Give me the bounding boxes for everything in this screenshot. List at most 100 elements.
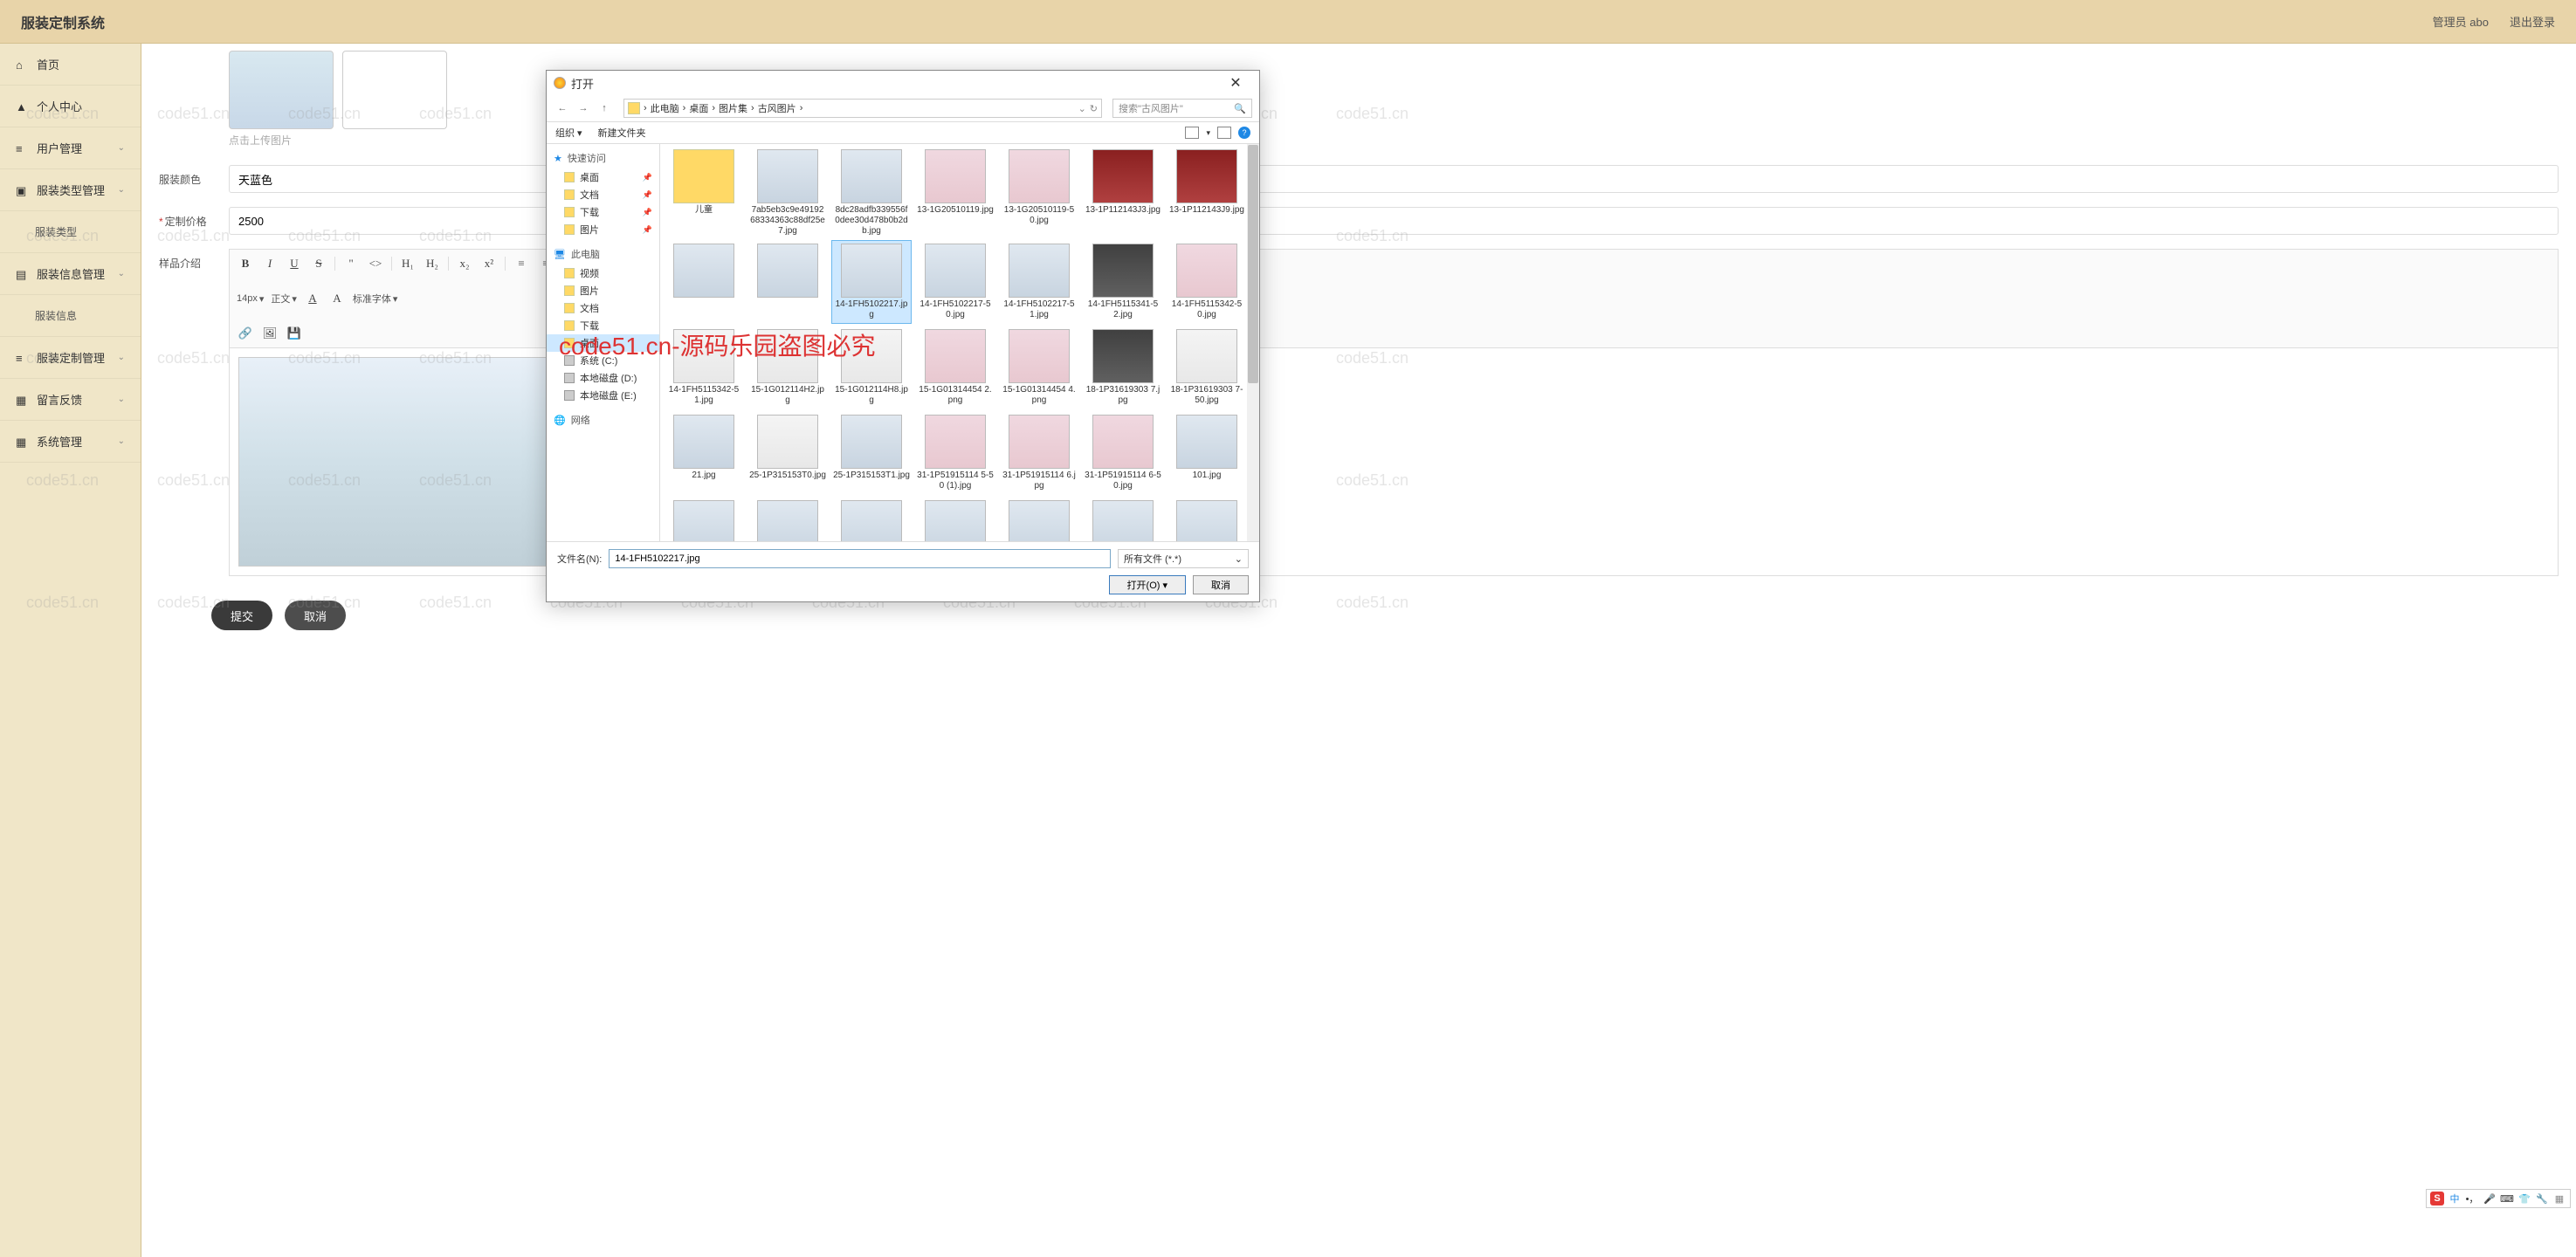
tree-docs[interactable]: 文档📌 [547,186,659,203]
font-family-select[interactable]: 正文 ▾ [271,292,297,306]
file-item[interactable]: 13-1P112143J9.jpg [1167,146,1247,238]
ime-tool-icon[interactable]: 🔧 [2535,1192,2549,1205]
thumbnail-add[interactable] [342,51,447,129]
italic-button[interactable]: I [261,255,279,272]
file-item[interactable]: 14-1FH5102217.jpg [831,240,912,324]
ime-cn-icon[interactable]: 中 [2448,1192,2462,1205]
thumbnail-preview[interactable] [229,51,334,129]
nav-back-button[interactable]: ← [554,100,571,117]
nav-type-mgmt[interactable]: ▣服装类型管理⌄ [0,169,141,211]
file-item[interactable] [1083,497,1163,541]
nav-info-sub[interactable]: 服装信息 [0,295,141,337]
file-item[interactable]: 14-1FH5102217-51.jpg [999,240,1079,324]
image-button[interactable]: 🖼 [261,325,279,342]
file-item[interactable]: 21.jpg [664,411,744,495]
file-item[interactable]: 14-1FH5115342-50.jpg [1167,240,1247,324]
file-item[interactable]: 8dc28adfb339556f0dee30d478b0b2db.jpg [831,146,912,238]
file-item[interactable] [831,497,912,541]
bgcolor-button[interactable]: A [328,290,346,307]
tree-quick-access[interactable]: ★快速访问 [547,148,659,168]
sub-button[interactable]: x₂ [456,255,473,272]
file-item[interactable]: 31-1P51915114 6-50.jpg [1083,411,1163,495]
ime-toolbar[interactable]: S 中 •， 🎤 ⌨ 👕 🔧 ▦ [2426,1189,2571,1208]
font-size-select[interactable]: 14px ▾ [237,293,264,305]
file-item[interactable]: 15-1G01314454 2.png [915,326,995,409]
file-item[interactable] [664,497,744,541]
file-item[interactable]: 18-1P31619303 7.jpg [1083,326,1163,409]
help-button[interactable]: ? [1238,127,1250,139]
file-item[interactable]: 15-1G012114H2.jpg [747,326,828,409]
file-item[interactable]: 15-1G012114H8.jpg [831,326,912,409]
nav-feedback[interactable]: ▦留言反馈⌄ [0,379,141,421]
tree-pictures[interactable]: 图片📌 [547,221,659,238]
close-button[interactable]: ✕ [1219,74,1252,92]
h1-button[interactable]: H₁ [399,255,417,272]
organize-menu[interactable]: 组织 ▾ [555,126,582,140]
logout-link[interactable]: 退出登录 [2510,13,2555,30]
indent-left-button[interactable]: ≡ [513,255,530,272]
open-button[interactable]: 打开(O) ▾ [1109,575,1186,594]
new-folder-button[interactable]: 新建文件夹 [598,126,646,140]
file-item[interactable]: 18-1P31619303 7-50.jpg [1167,326,1247,409]
filename-input[interactable] [609,549,1111,568]
ime-skin-icon[interactable]: 👕 [2517,1192,2531,1205]
bold-button[interactable]: B [237,255,254,272]
file-item[interactable]: 31-1P51915114 5-50 (1).jpg [915,411,995,495]
tree-pictures2[interactable]: 图片 [547,282,659,299]
scrollbar[interactable] [1247,144,1259,541]
view-details-button[interactable] [1217,127,1231,139]
file-item[interactable]: 13-1G20510119-50.jpg [999,146,1079,238]
filetype-select[interactable]: 所有文件 (*.*)⌄ [1118,549,1249,568]
ime-s-icon[interactable]: S [2430,1192,2444,1205]
file-item[interactable] [747,240,828,324]
cancel-button[interactable]: 取消 [285,601,346,630]
tree-drive-d[interactable]: 本地磁盘 (D:) [547,369,659,387]
file-item[interactable]: 13-1G20510119.jpg [915,146,995,238]
tree-desktop[interactable]: 桌面📌 [547,168,659,186]
strike-button[interactable]: S [310,255,327,272]
color-a-button[interactable]: A [304,290,321,307]
sup-button[interactable]: x² [480,255,498,272]
tree-downloads[interactable]: 下载📌 [547,203,659,221]
file-item[interactable] [1167,497,1247,541]
breadcrumb-bar[interactable]: › 此电脑› 桌面› 图片集› 古风图片› ⌄ ↻ [623,99,1102,118]
tree-downloads2[interactable]: 下载 [547,317,659,334]
user-label[interactable]: 管理员 abo [2433,13,2489,30]
dialog-cancel-button[interactable]: 取消 [1193,575,1249,594]
font-style-select[interactable]: 标准字体 ▾ [353,292,398,306]
tree-network[interactable]: 🌐网络 [547,409,659,430]
link-button[interactable]: 🔗 [237,325,254,342]
submit-button[interactable]: 提交 [211,601,272,630]
h2-button[interactable]: H₂ [424,255,441,272]
file-item[interactable] [915,497,995,541]
file-item[interactable] [747,497,828,541]
file-item[interactable]: 15-1G01314454 4.png [999,326,1079,409]
tree-drive-c[interactable]: 系统 (C:) [547,352,659,369]
file-item[interactable]: 14-1FH5102217-50.jpg [915,240,995,324]
tree-desktop2[interactable]: 桌面 [547,334,659,352]
file-item[interactable] [664,240,744,324]
nav-info-mgmt[interactable]: ▤服装信息管理⌄ [0,253,141,295]
tree-drive-e[interactable]: 本地磁盘 (E:) [547,387,659,404]
file-item[interactable]: 14-1FH5115342-51.jpg [664,326,744,409]
file-item[interactable]: 儿童 [664,146,744,238]
ime-punct-icon[interactable]: •， [2465,1192,2479,1205]
nav-profile[interactable]: ▲个人中心 [0,86,141,127]
file-item[interactable]: 31-1P51915114 6.jpg [999,411,1079,495]
code-button[interactable]: <> [367,255,384,272]
quote-button[interactable]: " [342,255,360,272]
nav-home[interactable]: ⌂首页 [0,44,141,86]
view-icons-button[interactable] [1185,127,1199,139]
file-item[interactable]: 25-1P315153T0.jpg [747,411,828,495]
file-item[interactable]: 25-1P315153T1.jpg [831,411,912,495]
nav-user-mgmt[interactable]: ≡用户管理⌄ [0,127,141,169]
tree-docs2[interactable]: 文档 [547,299,659,317]
nav-custom-mgmt[interactable]: ≡服装定制管理⌄ [0,337,141,379]
nav-up-button[interactable]: ↑ [596,100,613,117]
nav-type-sub[interactable]: 服装类型 [0,211,141,253]
nav-fwd-button[interactable]: → [575,100,592,117]
nav-system[interactable]: ▦系统管理⌄ [0,421,141,463]
ime-mic-icon[interactable]: 🎤 [2483,1192,2497,1205]
file-item[interactable] [999,497,1079,541]
tree-videos[interactable]: 视频 [547,264,659,282]
